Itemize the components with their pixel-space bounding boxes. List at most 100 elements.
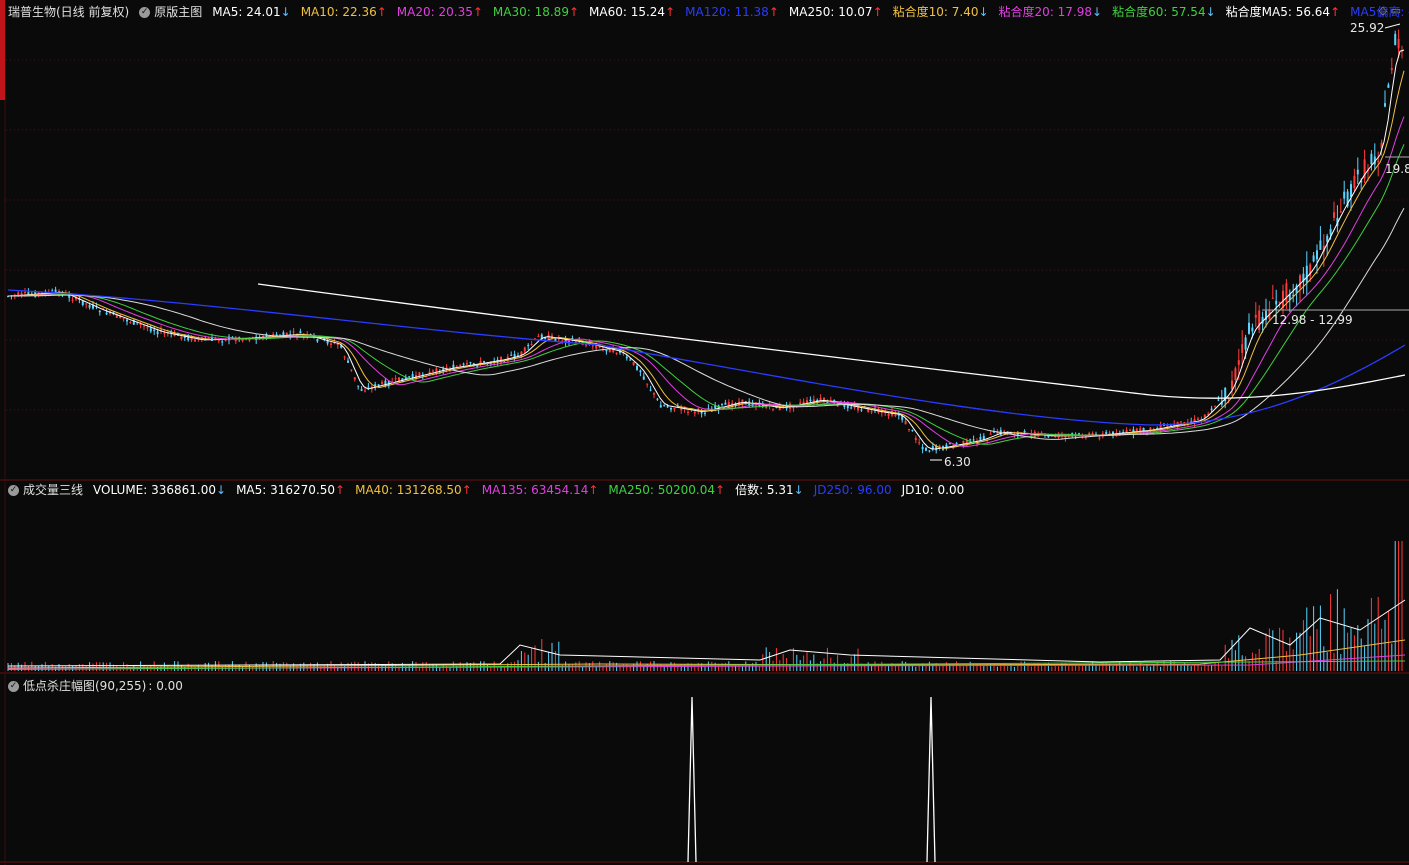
candle-body <box>1088 432 1091 435</box>
up-arrow-icon: ↑ <box>568 5 580 19</box>
ma120-line <box>7 289 1406 426</box>
crosshair-price-label: 12.98 - 12.99 <box>1272 313 1353 327</box>
down-arrow-icon: ↓ <box>978 5 989 19</box>
stock-chart[interactable] <box>0 0 1409 865</box>
candle-body <box>1384 103 1386 107</box>
candle-body <box>353 377 356 380</box>
candle-body <box>394 378 397 380</box>
candle-body <box>1217 399 1220 401</box>
candle-body <box>1312 255 1315 262</box>
candle-body <box>704 412 706 414</box>
main-indicator-1: MA10: 22.36↑ <box>300 5 387 19</box>
candle-body <box>921 446 924 450</box>
main-indicator-list: MA5: 24.01↓ MA10: 22.36↑ MA20: 20.35↑ MA30:… <box>212 3 1409 21</box>
volume-indicator-5: 倍数: 5.31↓ <box>735 483 804 497</box>
volume-indicator-header: ✓ 成交量三线 VOLUME: 336861.00↓ MA5: 316270.50… <box>8 481 974 499</box>
bottom-panel-value: : 0.00 <box>148 679 183 693</box>
main-indicator-5: MA120: 11.38↑ <box>685 5 779 19</box>
candle-body <box>1078 433 1080 435</box>
candle-body <box>343 356 346 358</box>
up-arrow-icon: ↑ <box>768 5 779 19</box>
ma30-line <box>8 144 1405 445</box>
down-arrow-icon: ↓ <box>216 483 227 497</box>
candle-body <box>666 406 669 408</box>
sidebar-tab[interactable] <box>0 0 5 100</box>
volume-indicator-7: JD10: 0.00 <box>901 483 965 497</box>
candle-body <box>51 290 54 292</box>
up-arrow-icon: ↑ <box>715 483 726 497</box>
candle-body <box>1339 211 1342 213</box>
candle-body <box>914 438 917 441</box>
candle-body <box>336 343 339 346</box>
candle-body <box>639 370 642 373</box>
collapse-icon[interactable]: ✓ <box>8 484 19 496</box>
ma60-line <box>8 207 1405 440</box>
candle-body <box>1203 414 1206 418</box>
signal-spike <box>926 696 936 863</box>
candle-body <box>1214 406 1216 408</box>
high-marker-line <box>1384 23 1401 29</box>
up-arrow-icon: ↑ <box>376 5 387 19</box>
candle-body <box>1197 418 1199 420</box>
down-arrow-icon: ↓ <box>1205 5 1216 19</box>
candle-body <box>156 331 159 335</box>
candle-body <box>527 344 530 347</box>
candle-body <box>469 362 472 364</box>
candle-body <box>1377 160 1380 163</box>
candle-body <box>948 443 951 445</box>
down-arrow-icon: ↓ <box>280 5 291 19</box>
candle-body <box>292 331 295 333</box>
settings-diamond-icon[interactable]: ◇ ▭ <box>1379 4 1401 17</box>
candle-body <box>659 405 662 408</box>
candle-body <box>1241 344 1244 353</box>
candle-body <box>432 370 434 372</box>
volume-ma40-line <box>7 639 1406 669</box>
main-indicator-6: MA250: 10.07↑ <box>788 5 883 19</box>
candle-body <box>653 392 655 395</box>
high-price-label: 25.92 <box>1350 21 1385 35</box>
candle-body <box>408 376 411 378</box>
candle-body <box>1305 265 1308 283</box>
candle-body <box>248 339 251 341</box>
candle-body <box>1319 240 1322 250</box>
candle-body <box>1254 314 1257 318</box>
candle-body <box>194 339 196 342</box>
candle-body <box>1248 322 1250 334</box>
collapse-icon[interactable]: ✓ <box>139 6 151 18</box>
candle-body <box>605 350 608 352</box>
volume-panel-name[interactable]: 成交量三线 <box>23 481 83 499</box>
candle-body <box>544 337 547 340</box>
main-indicator-8: 粘合度20: 17.98↓ <box>998 5 1103 19</box>
candle-body <box>908 429 910 431</box>
main-panel-name[interactable]: 原版主图 <box>154 3 202 21</box>
candle-body <box>1326 235 1329 242</box>
candle-body <box>360 389 363 391</box>
main-indicator-4: MA60: 15.24↑ <box>589 5 676 19</box>
candle-body <box>357 385 360 387</box>
candle-body <box>595 345 598 349</box>
candle-body <box>1244 337 1247 350</box>
candle-body <box>462 363 465 365</box>
right-price-label: 19.8 <box>1385 162 1409 176</box>
candle-body <box>1350 184 1352 197</box>
collapse-icon[interactable]: ✓ <box>8 680 19 692</box>
volume-indicator-4: MA250: 50200.04↑ <box>608 483 726 497</box>
candle-body <box>149 328 152 332</box>
candle-body <box>1275 300 1278 305</box>
candle-body <box>530 344 533 346</box>
candle-body <box>1135 428 1138 432</box>
candle-body <box>1333 212 1335 218</box>
candle-body <box>918 442 921 444</box>
candle-body <box>955 443 958 445</box>
candle-body <box>381 382 383 384</box>
candle-body <box>1329 228 1332 235</box>
main-indicator-7: 粘合度10: 7.40↓ <box>892 5 989 19</box>
candle-body <box>98 310 101 313</box>
volume-ma5-line <box>7 599 1406 667</box>
candle-body <box>670 407 672 410</box>
candle-body <box>1129 429 1131 431</box>
bottom-panel-name[interactable]: 低点杀庄幅图(90,255) <box>23 677 146 695</box>
candle-body <box>673 408 676 410</box>
candle-body <box>1258 310 1261 330</box>
volume-indicator-2: MA40: 131268.50↑ <box>355 483 472 497</box>
